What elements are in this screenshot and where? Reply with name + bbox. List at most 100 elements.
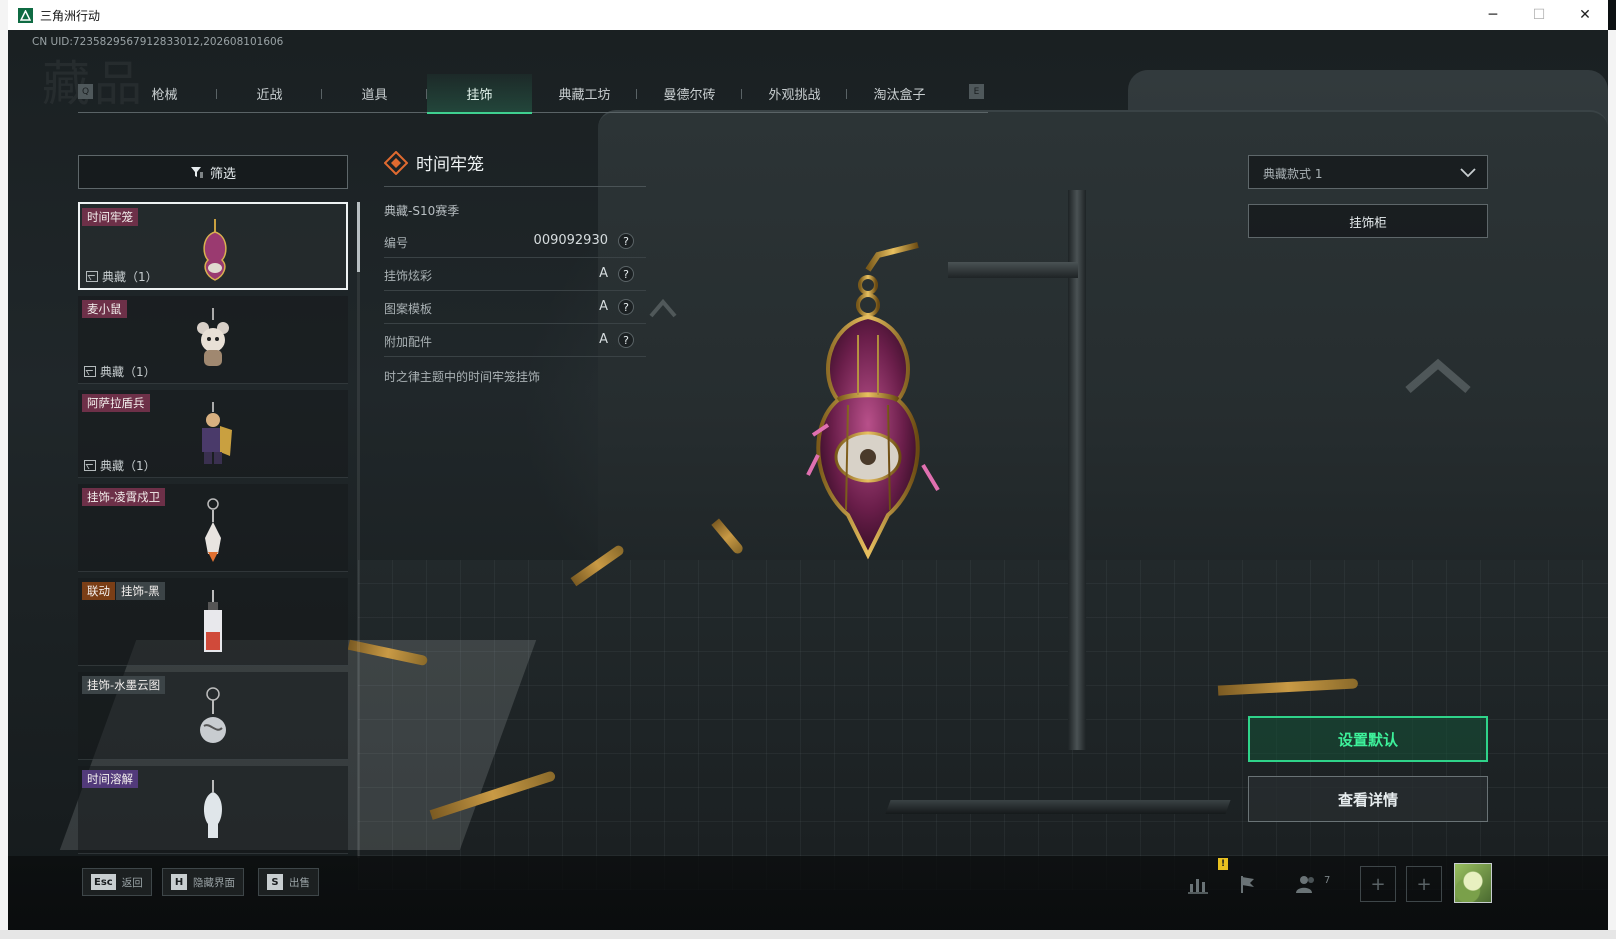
window-title: 三角洲行动 [40,8,101,23]
attr-value: A [599,299,608,314]
help-icon[interactable]: ? [618,332,634,348]
team-slot-add[interactable]: + [1360,866,1396,902]
chevron-up-icon [649,298,677,318]
charm-thumbnail [202,402,232,464]
attr-label: 图案模板 [384,302,433,316]
item-footer: 典藏（1） [84,457,156,474]
filter-label: 筛选 [209,166,236,182]
view-details-button[interactable]: 查看详情 [1248,776,1488,822]
set-default-button[interactable]: 设置默认 [1248,716,1488,762]
item-footer: 典藏（1） [84,363,156,380]
charm-model[interactable] [788,225,968,585]
friends-count: 7 [1324,875,1331,886]
tab-guns[interactable]: 枪械 [112,74,217,112]
help-icon[interactable]: ? [618,266,634,282]
charm-thumbnail [197,308,229,366]
charm-description: 时之律主题中的时间牢笼挂饰 [384,370,541,384]
flag-icon [1241,876,1254,893]
list-item[interactable]: 挂饰-水墨云图 [78,672,348,760]
list-item[interactable]: 时间溶解 [78,766,348,854]
charm-thumbnail [204,590,222,652]
hotkey-label: 出售 [289,876,310,889]
item-name-badge: 时间溶解 [82,770,138,788]
collection-diamond-icon [384,150,408,175]
item-name-badge: 挂饰-凌霄戍卫 [82,488,166,506]
chevron-down-icon [1460,168,1476,178]
attr-row-pattern: 图案模板 A ? [384,292,646,324]
filter-icon [190,167,203,178]
friends-button[interactable] [1288,866,1324,902]
app-logo-icon [18,7,33,23]
hotkey-key: Esc [91,874,116,890]
stats-button[interactable] [1180,866,1216,902]
attr-value: A [599,332,608,347]
help-icon[interactable]: ? [618,233,634,249]
item-name-badge: 麦小鼠 [82,300,127,318]
charm-thumbnail [200,687,226,743]
item-collection-count: 典藏（1） [100,365,156,379]
friends-icon [1296,876,1314,893]
image-icon [86,271,98,282]
help-icon[interactable]: ? [618,299,634,315]
item-name-badge: 挂饰-黑 [116,582,165,600]
tab-mandel-brick[interactable]: 曼德尔砖 [637,74,742,112]
item-collection-count: 典藏（1） [100,459,156,473]
attr-label: 挂饰炫彩 [384,269,433,283]
minimize-button[interactable]: ─ [1470,0,1516,30]
item-name-badge: 挂饰-水墨云图 [82,676,166,694]
sell-hotkey[interactable]: S 出售 [258,868,319,896]
window-titlebar[interactable]: 三角洲行动 ─ ☐ ✕ [8,0,1608,30]
attr-label: 附加配件 [384,335,433,349]
charm-detail-title: 时间牢笼 [384,150,484,175]
tab-appearance-challenge[interactable]: 外观挑战 [742,74,847,112]
tab-prev-key[interactable]: Q [78,84,93,99]
item-collab-badge: 联动 [82,582,115,600]
uid-text: CN UID:7235829567912833012,202608101606 [32,36,284,48]
item-collection-count: 典藏（1） [102,270,158,284]
attr-row-accessory: 附加配件 A ? [384,325,646,357]
list-item[interactable]: 挂饰-凌霄戍卫 [78,484,348,572]
window-bottom-edge [0,930,1616,939]
window-right-edge [1608,30,1616,939]
list-item[interactable]: 联动 挂饰-黑 [78,578,348,666]
hotkey-label: 返回 [121,876,143,889]
charm-name: 时间牢笼 [416,155,484,175]
charm-cabinet-button[interactable]: 挂饰柜 [1248,204,1488,238]
charm-list[interactable]: 时间牢笼 典藏（1） 麦小鼠 典藏（1） 阿萨拉盾兵 典藏（1） 挂饰-凌霄戍卫… [78,202,348,858]
tab-next-key[interactable]: E [969,84,984,99]
category-tabbar: Q 枪械 近战 道具 挂饰 典藏工坊 曼德尔砖 外观挑战 淘汰盒子 E [78,74,988,114]
charm-season: 典藏-S10赛季 [384,204,460,218]
item-footer: 典藏（1） [86,268,158,285]
avatar[interactable] [1454,863,1492,903]
charm-thumbnail [203,780,223,838]
list-scrollbar-thumb[interactable] [357,202,360,272]
hotkey-key: S [267,874,283,890]
chevron-up-icon [1405,358,1471,394]
tab-elimination-box[interactable]: 淘汰盒子 [847,74,952,112]
item-name-badge: 时间牢笼 [82,208,138,226]
style-select[interactable]: 典藏款式 1 [1248,155,1488,189]
flag-button[interactable] [1230,866,1266,902]
tab-charms[interactable]: 挂饰 [427,74,532,114]
list-item[interactable]: 时间牢笼 典藏（1） [78,202,348,290]
list-item[interactable]: 麦小鼠 典藏（1） [78,296,348,384]
hide-ui-hotkey[interactable]: H 隐藏界面 [162,868,244,896]
tab-collection-workshop[interactable]: 典藏工坊 [532,74,637,112]
charm-thumbnail [205,498,221,562]
close-button[interactable]: ✕ [1562,0,1608,30]
item-name-badge: 阿萨拉盾兵 [82,394,150,412]
tab-melee[interactable]: 近战 [217,74,322,112]
attr-label: 编号 [384,236,409,250]
window-left-edge [0,0,8,939]
tab-items[interactable]: 道具 [322,74,427,112]
team-slot-add[interactable]: + [1406,866,1442,902]
back-hotkey[interactable]: Esc 返回 [82,868,152,896]
detail-divider [384,186,646,187]
style-select-value: 典藏款式 1 [1263,167,1323,181]
maximize-button[interactable]: ☐ [1516,0,1562,30]
display-stand-base [885,800,1231,814]
list-item[interactable]: 阿萨拉盾兵 典藏（1） [78,390,348,478]
list-scrollbar[interactable] [357,202,360,858]
hotkey-label: 隐藏界面 [193,876,235,889]
filter-button[interactable]: 筛选 [78,155,348,189]
